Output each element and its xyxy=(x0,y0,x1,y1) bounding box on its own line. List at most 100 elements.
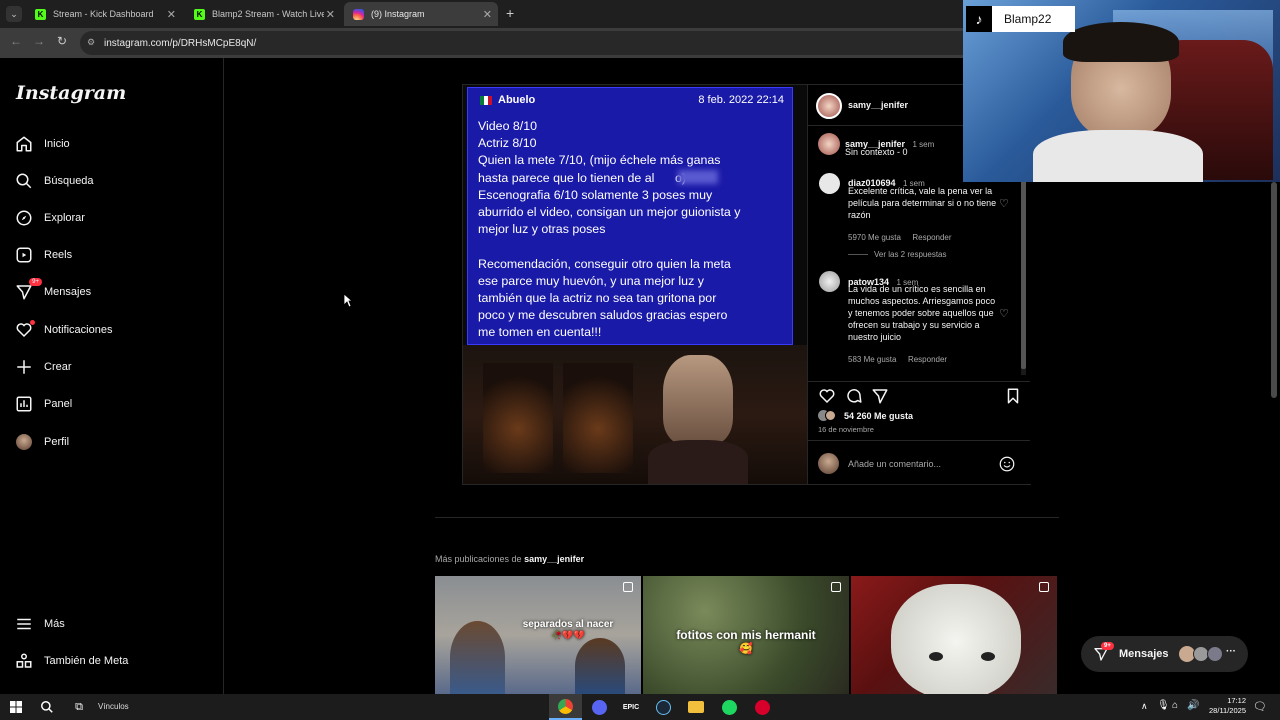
like-comment-icon[interactable]: ♡ xyxy=(999,307,1009,320)
tab-kick-dashboard[interactable]: K Stream - Kick Dashboard ✕ xyxy=(26,2,182,26)
search-icon[interactable] xyxy=(38,698,56,716)
nav-label: Más xyxy=(44,618,65,630)
close-icon[interactable]: ✕ xyxy=(326,8,335,21)
heart-icon xyxy=(14,320,35,340)
nav-item-reels[interactable]: Reels xyxy=(14,241,72,269)
nav-item-perfil[interactable]: Perfil xyxy=(14,428,69,456)
taskbar-links-label[interactable]: Vínculos xyxy=(98,702,129,711)
more-post-thumbnail[interactable]: separados al nacer 🥀💔💔 xyxy=(435,576,641,694)
nav-item-explorar[interactable]: Explorar xyxy=(14,204,85,232)
nav-item-mensajes[interactable]: 9+ Mensajes xyxy=(14,278,91,306)
caption-time: 1 sem xyxy=(912,140,935,149)
url-field[interactable]: ⚙ instagram.com/p/DRHsMCpE8qN/ xyxy=(80,31,980,55)
url-text: instagram.com/p/DRHsMCpE8qN/ xyxy=(104,37,257,49)
author-avatar[interactable] xyxy=(816,93,842,119)
meta-icon xyxy=(14,651,34,671)
close-icon[interactable]: ✕ xyxy=(167,8,176,21)
chrome-taskbar-button[interactable] xyxy=(549,694,582,720)
comment-avatar[interactable] xyxy=(819,271,840,292)
comment-likes[interactable]: 5970 Me gusta xyxy=(848,233,901,242)
nav-item-tambien-de-meta[interactable]: También de Meta xyxy=(14,647,128,675)
comment-input[interactable]: Añade un comentario... xyxy=(848,459,941,469)
child-figure xyxy=(575,638,625,694)
save-icon[interactable] xyxy=(1004,387,1022,405)
notifications-icon[interactable]: 🗨 xyxy=(1253,700,1267,713)
spotify-icon[interactable] xyxy=(721,699,737,715)
mouse-cursor-icon xyxy=(343,293,353,308)
nav-item-notificaciones[interactable]: Notificaciones xyxy=(14,316,112,344)
post-media[interactable]: Abuelo 8 feb. 2022 22:14 Video 8/10 Actr… xyxy=(463,85,807,484)
tab-instagram[interactable]: (9) Instagram ✕ xyxy=(344,2,498,26)
back-icon[interactable]: ← xyxy=(10,34,22,48)
tab-kick-stream[interactable]: K Blamp2 Stream - Watch Live on Kick ✕ xyxy=(185,2,341,26)
section-divider xyxy=(435,517,1059,518)
tray-chevron-icon[interactable]: ∧ xyxy=(1141,701,1148,712)
steam-icon[interactable] xyxy=(655,699,671,715)
blurred-word xyxy=(678,170,718,184)
page-scrollbar[interactable] xyxy=(1270,182,1278,694)
more-post-thumbnail[interactable]: fotitos con mis hermanit 🥰 xyxy=(643,576,849,694)
windows-start-icon[interactable] xyxy=(7,698,25,716)
kitten-figure xyxy=(891,584,1021,694)
nav-label: Notificaciones xyxy=(44,324,113,336)
forward-icon[interactable]: → xyxy=(33,34,45,48)
emoji-icon[interactable] xyxy=(998,455,1016,473)
taskbar-clock[interactable]: 17:12 28/11/2025 xyxy=(1198,696,1246,716)
notification-dot xyxy=(30,320,35,325)
reply-button[interactable]: Responder xyxy=(912,233,951,242)
task-view-icon[interactable]: ⧉ xyxy=(70,698,88,716)
record-app-icon[interactable] xyxy=(754,699,770,715)
reels-icon xyxy=(14,245,34,265)
tiktok-icon: ♪ xyxy=(966,6,992,32)
file-explorer-icon[interactable] xyxy=(688,701,704,713)
nav-item-crear[interactable]: Crear xyxy=(14,353,72,381)
like-comment-icon[interactable]: ♡ xyxy=(999,197,1009,210)
compass-icon xyxy=(14,208,34,228)
nav-item-panel[interactable]: Panel xyxy=(14,390,72,418)
caption-text: Sin contexto - 0 xyxy=(845,147,908,157)
comment-icon[interactable] xyxy=(845,387,863,405)
nav-label: Panel xyxy=(44,398,73,410)
nav-label: También de Meta xyxy=(44,655,129,667)
more-post-thumbnail[interactable] xyxy=(851,576,1057,694)
discord-icon[interactable] xyxy=(591,699,607,715)
nav-item-busqueda[interactable]: Búsqueda xyxy=(14,167,94,195)
author-username[interactable]: samy__jenifer xyxy=(848,100,908,110)
dashboard-icon xyxy=(14,394,34,414)
caption-avatar[interactable] xyxy=(818,133,840,155)
tiktok-username: Blamp22 xyxy=(1004,12,1052,26)
comment-likes[interactable]: 583 Me gusta xyxy=(848,355,896,364)
site-info-icon[interactable]: ⚙ xyxy=(87,37,95,48)
view-replies[interactable]: Ver las 2 respuestas xyxy=(848,250,946,259)
comment-avatar[interactable] xyxy=(819,173,840,194)
plus-icon xyxy=(14,357,34,377)
kick-icon: K xyxy=(35,8,46,20)
scrollbar-thumb[interactable] xyxy=(1271,182,1277,398)
reload-icon[interactable]: ↻ xyxy=(57,34,67,48)
microphone-icon[interactable]: 🎙 xyxy=(1157,700,1170,711)
new-tab-icon[interactable]: + xyxy=(506,5,514,21)
nav-item-inicio[interactable]: Inicio xyxy=(14,130,70,158)
likes-count[interactable]: 54 260 Me gusta xyxy=(844,411,913,421)
tab-search-button[interactable]: ⌄ xyxy=(6,6,22,22)
close-icon[interactable]: ✕ xyxy=(483,8,492,21)
comment-text: La vida de un crítico es sencilla en muc… xyxy=(848,284,996,342)
instagram-logo[interactable]: Instagram xyxy=(16,82,126,104)
like-icon[interactable] xyxy=(818,387,836,405)
more-icon[interactable]: ··· xyxy=(1226,646,1236,657)
share-icon[interactable] xyxy=(871,387,889,405)
nav-label: Crear xyxy=(44,361,72,373)
reply-button[interactable]: Responder xyxy=(908,355,947,364)
messages-floating-button[interactable]: 9+ Mensajes ··· xyxy=(1081,636,1248,672)
epic-games-icon[interactable]: EPIC xyxy=(622,698,640,716)
carousel-icon xyxy=(831,582,841,592)
network-icon[interactable]: ⌂ xyxy=(1172,700,1178,711)
home-icon xyxy=(14,134,34,154)
chrome-icon xyxy=(558,699,573,714)
more-posts-username[interactable]: samy__jenifer xyxy=(524,554,584,564)
character-figure xyxy=(663,355,733,445)
tiktok-username-tag: ♪ Blamp22 xyxy=(966,6,1075,32)
unread-badge: 9+ xyxy=(1101,642,1114,650)
nav-label: Reels xyxy=(44,249,73,261)
nav-item-mas[interactable]: Más xyxy=(14,610,65,638)
